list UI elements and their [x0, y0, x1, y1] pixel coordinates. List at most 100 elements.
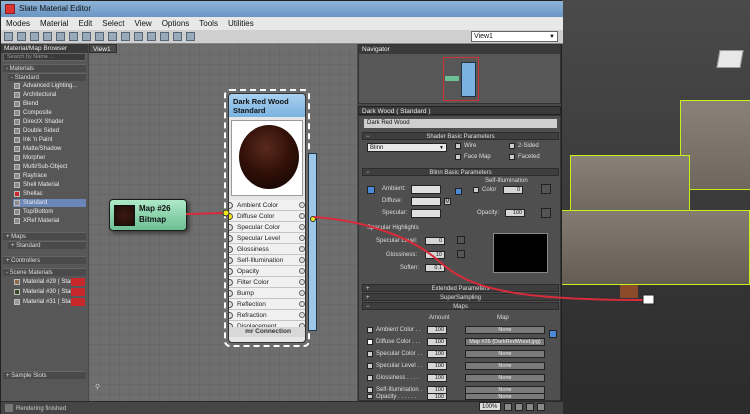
- map-row-checkbox[interactable]: [367, 363, 373, 369]
- scene-material-item[interactable]: Material #31 ( Stand: [13, 298, 85, 306]
- view-selector[interactable]: View1 ▼: [471, 31, 558, 42]
- menu-material[interactable]: Material: [35, 17, 73, 30]
- wire-checkbox[interactable]: [455, 143, 461, 149]
- input-socket[interactable]: [229, 301, 233, 308]
- spec-level-map-button[interactable]: [457, 236, 465, 244]
- view-tab[interactable]: View1: [89, 44, 117, 53]
- sofa-seat-mesh[interactable]: [560, 210, 750, 285]
- browser-item[interactable]: Top/Bottom: [13, 208, 86, 216]
- input-socket[interactable]: [229, 235, 233, 242]
- input-socket[interactable]: [229, 312, 233, 319]
- map-row-map-button[interactable]: None: [465, 362, 545, 370]
- slot-toggle[interactable]: [299, 213, 305, 219]
- menu-utilities[interactable]: Utilities: [223, 17, 259, 30]
- map-row-amount[interactable]: 100: [427, 374, 447, 382]
- slot-toggle[interactable]: [299, 279, 305, 285]
- map-row-checkbox[interactable]: [367, 394, 373, 399]
- show-map-icon[interactable]: [95, 32, 104, 41]
- show-background-icon[interactable]: [108, 32, 117, 41]
- slot-bump[interactable]: Bump: [229, 288, 305, 299]
- browser-item[interactable]: XRef Material: [13, 217, 86, 225]
- input-socket[interactable]: [229, 224, 233, 231]
- browser-scene-header[interactable]: - Scene Materials: [3, 268, 86, 276]
- render-map-icon[interactable]: [160, 32, 169, 41]
- browser-item[interactable]: Ink 'n Paint: [13, 136, 86, 144]
- hide-unused-icon[interactable]: [82, 32, 91, 41]
- slot-diffuse-color[interactable]: Diffuse Color: [229, 211, 305, 222]
- browser-item[interactable]: Double Sided: [13, 127, 86, 135]
- map-row-checkbox-checked[interactable]: [367, 339, 373, 345]
- browser-item[interactable]: Shell Material: [13, 181, 86, 189]
- diffuse-color-swatch[interactable]: [411, 197, 441, 206]
- map-row-amount[interactable]: 100: [427, 326, 447, 334]
- select-tool-icon[interactable]: [4, 32, 13, 41]
- scene-material-item[interactable]: Material #30 ( Stand: [13, 288, 85, 296]
- shader-dropdown[interactable]: Blinn ▼: [367, 143, 447, 152]
- move-children-icon[interactable]: [69, 32, 78, 41]
- glossiness-spinner[interactable]: 10: [425, 251, 445, 259]
- map-row-map-button[interactable]: Map #26 (DarkRedWood.jpg): [465, 338, 545, 346]
- lock-maps-icon[interactable]: [549, 330, 557, 338]
- browser-item[interactable]: Architectural: [13, 91, 86, 99]
- material-node-header[interactable]: Dark Red Wood Standard: [229, 94, 305, 117]
- pan-icon[interactable]: [504, 403, 512, 411]
- pick-material-icon[interactable]: [17, 32, 26, 41]
- slot-self-illumination[interactable]: Self-Illumination: [229, 255, 305, 266]
- slot-toggle[interactable]: [299, 268, 305, 274]
- material-node[interactable]: Dark Red Wood Standard Ambient Color Dif…: [224, 89, 310, 347]
- input-socket[interactable]: [229, 268, 233, 275]
- rollout-maps[interactable]: − Maps: [362, 302, 559, 310]
- browser-item[interactable]: Blend: [13, 100, 86, 108]
- browser-item[interactable]: Advanced Lighting...: [13, 82, 86, 90]
- menu-modes[interactable]: Modes: [1, 17, 35, 30]
- browser-controllers-header[interactable]: + Controllers: [3, 256, 86, 264]
- slot-specular-color[interactable]: Specular Color: [229, 222, 305, 233]
- slot-reflection[interactable]: Reflection: [229, 299, 305, 310]
- rollout-supersampling[interactable]: + SuperSampling: [362, 293, 559, 301]
- output-socket[interactable]: [310, 216, 316, 222]
- map-row-amount[interactable]: 100: [427, 393, 447, 400]
- map-row-map-button[interactable]: None: [465, 350, 545, 358]
- browser-standard-header[interactable]: - Standard: [8, 73, 86, 81]
- browser-item[interactable]: DirectX Shader: [13, 118, 86, 126]
- slot-toggle[interactable]: [299, 312, 305, 318]
- face-map-checkbox[interactable]: [455, 154, 461, 160]
- slot-toggle[interactable]: [299, 235, 305, 241]
- input-socket-connected[interactable]: [229, 213, 233, 220]
- input-socket[interactable]: [229, 202, 233, 209]
- slot-opacity[interactable]: Opacity: [229, 266, 305, 277]
- map-row-map-button[interactable]: None: [465, 326, 545, 334]
- slot-toggle[interactable]: [299, 301, 305, 307]
- material-id-icon[interactable]: [147, 32, 156, 41]
- glossiness-map-button[interactable]: [457, 250, 465, 258]
- map-row-amount[interactable]: 100: [427, 350, 447, 358]
- browser-materials-header[interactable]: - Materials: [3, 64, 86, 72]
- lock-diffuse-specular-icon[interactable]: [455, 188, 462, 195]
- map-row-checkbox[interactable]: [367, 375, 373, 381]
- layout-children-icon[interactable]: [134, 32, 143, 41]
- menu-options[interactable]: Options: [157, 17, 195, 30]
- slot-toggle[interactable]: [299, 290, 305, 296]
- nav-panel-icon[interactable]: [173, 32, 182, 41]
- rollout-shader-basic[interactable]: − Shader Basic Parameters: [362, 132, 559, 140]
- ambient-color-swatch[interactable]: [411, 185, 441, 194]
- slot-refraction[interactable]: Refraction: [229, 310, 305, 321]
- browser-maps-header[interactable]: + Maps: [3, 232, 86, 240]
- input-socket[interactable]: [229, 246, 233, 253]
- input-socket[interactable]: [229, 257, 233, 264]
- browser-item[interactable]: Shellac: [13, 190, 86, 198]
- slot-toggle[interactable]: [299, 257, 305, 263]
- mr-connection-toggle[interactable]: mr Connection: [229, 327, 305, 337]
- zoom-level[interactable]: 100%: [479, 402, 501, 411]
- slot-toggle[interactable]: [299, 246, 305, 252]
- soften-spinner[interactable]: 0.1: [425, 264, 445, 272]
- rollout-extended-params[interactable]: + Extended Parameters: [362, 284, 559, 292]
- browser-item-selected[interactable]: Standard: [13, 199, 86, 207]
- sofa-cushion-mesh[interactable]: [570, 155, 690, 215]
- specular-color-swatch[interactable]: [411, 209, 441, 218]
- diffuse-map-button[interactable]: M: [444, 198, 451, 205]
- viewcube-icon[interactable]: [716, 50, 744, 68]
- pin-icon[interactable]: ⚲: [95, 383, 103, 391]
- title-bar[interactable]: Slate Material Editor: [1, 1, 563, 17]
- map-row-checkbox[interactable]: [367, 351, 373, 357]
